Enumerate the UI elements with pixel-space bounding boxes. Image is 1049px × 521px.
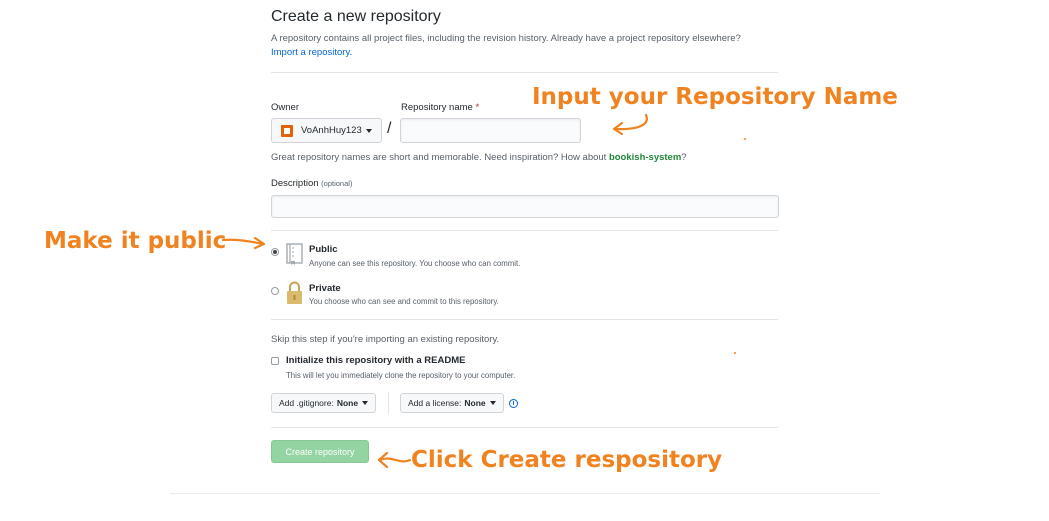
gitignore-select[interactable]: Add .gitignore: None [271, 393, 377, 413]
public-radio[interactable] [271, 248, 279, 256]
annotation-public: Make it public [44, 228, 227, 254]
repo-book-icon [286, 243, 303, 265]
repo-name-label: Repository name * [401, 102, 479, 113]
header-divider [271, 72, 778, 73]
chevron-down-icon [365, 128, 372, 133]
readme-label[interactable]: Initialize this repository with a README [286, 355, 465, 366]
license-value: None [464, 398, 486, 408]
repo-name-help-text: Great repository names are short and mem… [271, 152, 609, 163]
private-note: You choose who can see and commit to thi… [309, 297, 499, 306]
lock-icon [287, 281, 302, 304]
page-subtitle: A repository contains all project files,… [271, 33, 741, 44]
owner-select[interactable]: VoAnhHuy123 [271, 118, 382, 143]
required-mark: * [475, 102, 480, 113]
repo-name-help-suffix: ? [681, 152, 687, 163]
annotation-arrow-create-icon [377, 451, 412, 469]
gitignore-label: Add .gitignore: [279, 398, 334, 408]
name-suggestion[interactable]: bookish-system [609, 152, 681, 163]
annotation-dot [734, 352, 736, 354]
private-radio[interactable] [271, 287, 279, 295]
description-label-text: Description [271, 178, 319, 189]
owner-name: VoAnhHuy123 [301, 125, 362, 136]
description-label: Description (optional) [271, 178, 352, 189]
gitignore-value: None [336, 398, 359, 408]
public-title: Public [309, 244, 338, 255]
info-icon[interactable]: i [509, 399, 518, 408]
select-separator [388, 392, 389, 414]
optional-tag: (optional) [321, 179, 353, 188]
skip-text: Skip this step if you're importing an ex… [271, 334, 500, 345]
chevron-down-icon [362, 401, 369, 405]
readme-checkbox[interactable] [271, 357, 279, 365]
repo-name-help: Great repository names are short and mem… [271, 152, 687, 163]
public-note: Anyone can see this repository. You choo… [309, 259, 521, 268]
page-title: Create a new repository [271, 8, 441, 25]
init-divider [271, 427, 778, 428]
create-repository-button[interactable]: Create repository [271, 440, 369, 463]
private-title: Private [309, 283, 341, 294]
license-select[interactable]: Add a license: None [400, 393, 504, 413]
visibility-divider-bottom [271, 319, 778, 320]
chevron-down-icon [489, 401, 496, 405]
license-label: Add a license: [408, 398, 462, 408]
owner-repo-separator: / [387, 120, 392, 137]
annotation-create: Click Create respository [411, 447, 723, 473]
annotation-dot [744, 138, 746, 140]
description-input[interactable] [271, 195, 779, 218]
annotation-arrow-public-icon [221, 236, 266, 250]
readme-note: This will let you immediately clone the … [286, 371, 516, 380]
visibility-divider-top [271, 230, 778, 231]
owner-label: Owner [271, 102, 299, 113]
annotation-repo-name: Input your Repository Name [532, 84, 898, 110]
annotation-arrow-repo-name-icon [612, 113, 648, 136]
import-repository-link[interactable]: Import a repository. [271, 47, 352, 58]
avatar-icon [281, 124, 293, 137]
repo-name-label-text: Repository name [401, 102, 473, 113]
footer-divider [170, 493, 880, 494]
repo-name-input[interactable] [400, 118, 581, 143]
